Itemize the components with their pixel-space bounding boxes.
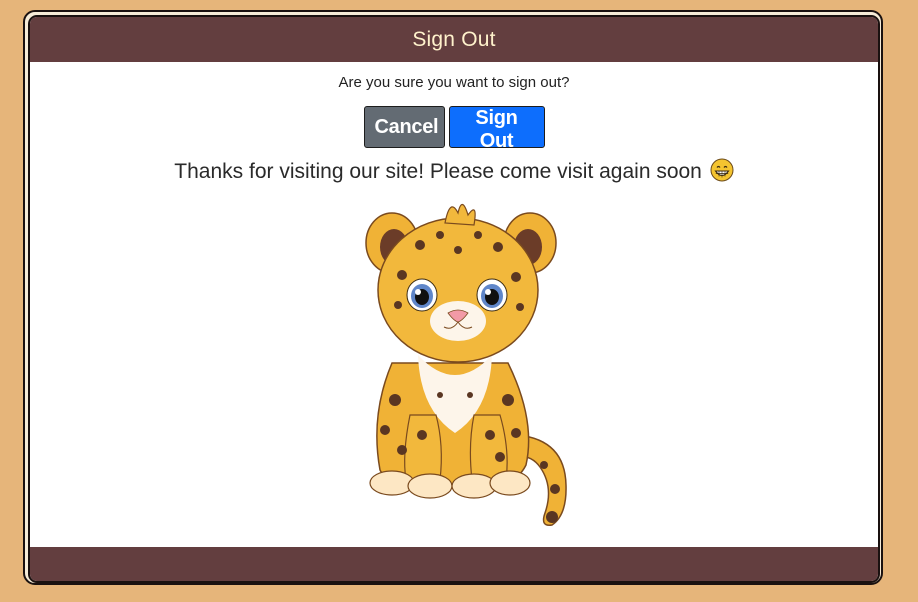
cancel-button[interactable]: Cancel xyxy=(363,106,445,148)
modal-title: Sign Out xyxy=(412,27,496,51)
leopard-cub-illustration xyxy=(365,203,567,526)
modal-header: Sign Out xyxy=(30,17,878,62)
sign-out-modal: Sign Out Are you sure you want to sign o… xyxy=(28,15,880,583)
thanks-message-line: Thanks for visiting our site! Please com… xyxy=(30,158,878,184)
button-row: Cancel Sign Out xyxy=(30,106,878,152)
modal-body: Are you sure you want to sign out? Cance… xyxy=(30,62,878,547)
confirm-question: Are you sure you want to sign out? xyxy=(338,74,570,91)
sign-out-button[interactable]: Sign Out xyxy=(448,106,545,152)
modal-footer xyxy=(30,547,878,581)
grinning-face-icon xyxy=(710,158,734,182)
thanks-message: Thanks for visiting our site! Please com… xyxy=(174,160,702,183)
